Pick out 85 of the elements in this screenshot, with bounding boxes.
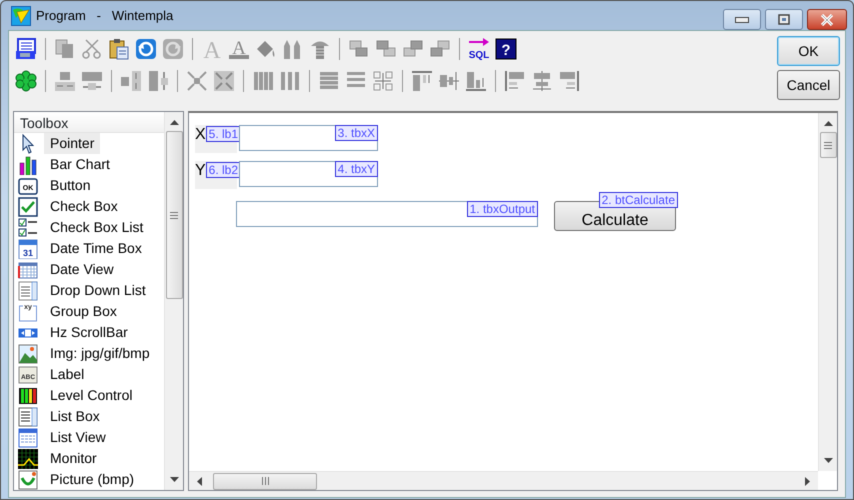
- toolbox-item[interactable]: Label: [44, 364, 90, 385]
- name-tooltip: 3. tbxX: [334, 125, 378, 141]
- toolbox-item[interactable]: Monitor: [44, 448, 103, 469]
- toolbox-item[interactable]: Check Box List: [44, 217, 150, 238]
- monitor-icon: [18, 448, 38, 468]
- cut-icon[interactable]: [81, 38, 103, 60]
- align-bottom-icon[interactable]: [465, 70, 487, 92]
- name-tooltip: 6. lb2: [206, 162, 242, 178]
- toolbox-item[interactable]: Drop Down List: [44, 280, 152, 301]
- name-tooltip: 5. lb1: [206, 126, 242, 142]
- close-button[interactable]: [807, 9, 847, 30]
- checkbox-list-icon: [18, 218, 38, 238]
- checkbox-icon: [18, 196, 38, 216]
- app-icon: [11, 6, 31, 26]
- toolbox-item[interactable]: Bar Chart: [44, 154, 116, 175]
- minimize-button[interactable]: [723, 9, 761, 30]
- scroll-up-icon[interactable]: [824, 121, 832, 126]
- align-left-icon[interactable]: [504, 70, 526, 92]
- bar-chart-icon: [18, 154, 38, 174]
- space-horizontal-icon[interactable]: [54, 70, 76, 92]
- list-view-icon: [18, 428, 38, 448]
- maximize-icon: [778, 14, 790, 25]
- maximize-button[interactable]: [765, 9, 803, 30]
- ok-button[interactable]: OK: [777, 36, 840, 66]
- fit-icon[interactable]: [213, 70, 235, 92]
- dropdown-list-icon: [18, 280, 38, 300]
- align-top-icon[interactable]: [411, 70, 433, 92]
- calendar-grid-icon: [18, 260, 38, 280]
- toolbox-item[interactable]: Level Control: [44, 385, 138, 406]
- toolbox-item[interactable]: List Box: [44, 406, 106, 427]
- window-title: Program - Wintempla: [36, 6, 174, 25]
- four-rows-icon[interactable]: [318, 70, 340, 92]
- four-columns-icon[interactable]: [252, 70, 274, 92]
- scroll-left-icon[interactable]: [197, 476, 202, 486]
- toolbox-item[interactable]: List View: [44, 427, 112, 448]
- toolbox-item[interactable]: Button: [44, 175, 96, 196]
- space-vertical-tall-icon[interactable]: [147, 70, 169, 92]
- list-box-icon: [18, 406, 38, 426]
- copy-icon[interactable]: [54, 38, 76, 60]
- paste-icon[interactable]: [108, 38, 130, 60]
- name-tooltip: 2. btCalculate: [598, 192, 678, 208]
- redo-icon[interactable]: [162, 38, 184, 60]
- label-text: X: [195, 126, 206, 143]
- paint-bucket-icon[interactable]: [255, 38, 277, 60]
- undo-icon[interactable]: [135, 38, 157, 60]
- grip-icon[interactable]: [170, 212, 178, 218]
- label-control[interactable]: X 5. lb1: [195, 125, 237, 153]
- scrollbar[interactable]: [189, 471, 818, 490]
- grip-icon[interactable]: [824, 142, 832, 148]
- toolbox-item[interactable]: Check Box: [44, 196, 124, 217]
- cancel-button[interactable]: Cancel: [777, 70, 840, 100]
- flower-icon[interactable]: [15, 70, 37, 92]
- toolbox-item[interactable]: Picture (bmp): [44, 469, 140, 490]
- scrollbar[interactable]: [818, 113, 837, 471]
- label-control[interactable]: Y 6. lb2: [195, 161, 237, 189]
- toolbox-item[interactable]: Pointer: [44, 133, 100, 154]
- scrollbar[interactable]: [164, 112, 183, 490]
- space-vertical-icon[interactable]: [120, 70, 142, 92]
- shrink-icon[interactable]: [186, 70, 208, 92]
- label-text: Y: [195, 162, 206, 179]
- toolbox-item[interactable]: Date View: [44, 259, 120, 280]
- help-icon[interactable]: ?: [495, 38, 517, 60]
- calendar-icon: 31: [18, 238, 38, 258]
- level-meter-icon: [18, 386, 38, 406]
- save-icon[interactable]: [15, 38, 37, 60]
- name-tooltip: 1. tbxOutput: [466, 201, 538, 217]
- scroll-right-icon[interactable]: [805, 476, 810, 486]
- image-icon: [18, 344, 38, 364]
- grip-icon[interactable]: [262, 477, 268, 485]
- toolbox-item[interactable]: Date Time Box: [44, 238, 148, 259]
- space-horizontal-wide-icon[interactable]: [81, 70, 103, 92]
- align-middle-icon[interactable]: [438, 70, 460, 92]
- three-columns-icon[interactable]: [279, 70, 301, 92]
- align-right-icon[interactable]: [558, 70, 580, 92]
- toolbox-item[interactable]: Img: jpg/gif/bmp: [44, 343, 156, 364]
- align-center-icon[interactable]: [531, 70, 553, 92]
- close-icon: [820, 14, 834, 26]
- scroll-down-icon[interactable]: [824, 458, 832, 463]
- grid-move-icon[interactable]: [372, 70, 394, 92]
- scroll-up-icon[interactable]: [170, 120, 178, 125]
- toolbox-item[interactable]: Hz ScrollBar: [44, 322, 134, 343]
- minimize-icon: [735, 16, 749, 22]
- name-tooltip: 4. tbxY: [334, 161, 378, 177]
- toolbox-item[interactable]: Group Box: [44, 301, 123, 322]
- scroll-down-icon[interactable]: [170, 477, 178, 482]
